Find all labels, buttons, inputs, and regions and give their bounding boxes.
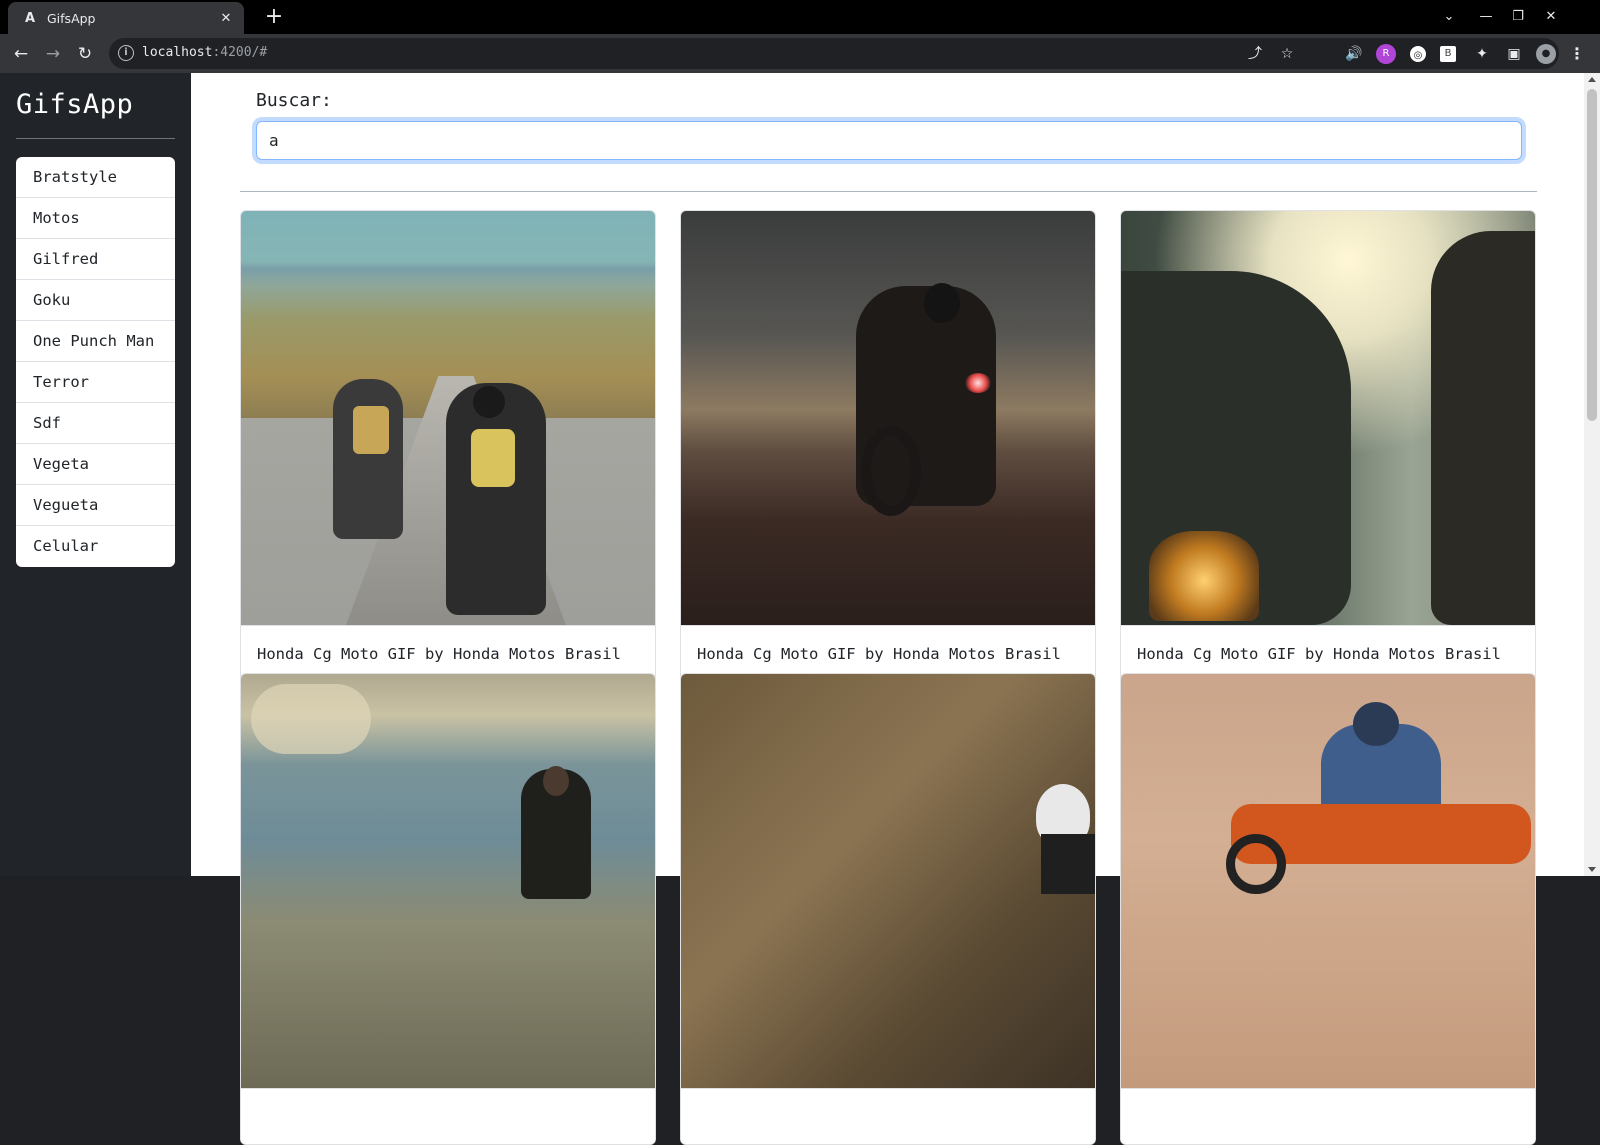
tab-title: GifsApp bbox=[47, 10, 96, 26]
history-item[interactable]: Bratstyle bbox=[16, 157, 175, 198]
browser-menu-icon[interactable]: ⋮ bbox=[1567, 44, 1587, 64]
extensions-puzzle-icon[interactable]: ✦ bbox=[1472, 44, 1492, 64]
tab-search-chevron-icon[interactable]: ⌄ bbox=[1439, 7, 1459, 27]
restore-icon[interactable]: ❐ bbox=[1508, 7, 1528, 27]
gif-card[interactable] bbox=[680, 673, 1096, 1145]
gif-card[interactable]: Honda Cg Moto GIF by Honda Motos Brasil bbox=[240, 210, 656, 682]
extension-b-icon[interactable]: B bbox=[1440, 46, 1456, 62]
search-input[interactable] bbox=[256, 121, 1522, 160]
history-item[interactable]: One Punch Man bbox=[16, 321, 175, 362]
minimize-icon[interactable]: — bbox=[1476, 7, 1496, 27]
gif-image[interactable] bbox=[681, 674, 1095, 1088]
gif-card[interactable]: Honda Cg Moto GIF by Honda Motos Brasil bbox=[1120, 210, 1536, 682]
search-history-list: Bratstyle Motos Gilfred Goku One Punch Man Te… bbox=[16, 157, 175, 567]
close-window-icon[interactable]: ✕ bbox=[1541, 7, 1561, 27]
speaker-extension-icon[interactable]: 🔊 bbox=[1344, 44, 1364, 64]
gif-title bbox=[241, 1088, 655, 1144]
gif-card[interactable]: Honda Cg Moto GIF by Honda Motos Brasil bbox=[680, 210, 1096, 682]
forward-icon[interactable]: → bbox=[41, 42, 65, 66]
gif-image[interactable] bbox=[1121, 674, 1535, 1088]
browser-titlebar: A GifsApp ✕ + ⌄ — ❐ ✕ bbox=[0, 0, 1600, 34]
sidebar-divider bbox=[16, 138, 175, 139]
gif-title bbox=[681, 1088, 1095, 1144]
gif-card[interactable] bbox=[1120, 673, 1536, 1145]
search-label: Buscar: bbox=[256, 90, 332, 111]
url-text: localhost:4200/# bbox=[142, 45, 268, 60]
back-icon[interactable]: ← bbox=[9, 42, 33, 66]
scroll-up-icon[interactable] bbox=[1588, 77, 1596, 82]
gif-image[interactable] bbox=[241, 211, 655, 625]
gif-image[interactable] bbox=[681, 211, 1095, 625]
gif-card[interactable] bbox=[240, 673, 656, 1145]
history-item[interactable]: Motos bbox=[16, 198, 175, 239]
history-item[interactable]: Goku bbox=[16, 280, 175, 321]
tab-close-icon[interactable]: ✕ bbox=[218, 10, 234, 26]
scrollbar-thumb[interactable] bbox=[1587, 89, 1597, 421]
history-item[interactable]: Gilfred bbox=[16, 239, 175, 280]
app-viewport: GifsApp Bratstyle Motos Gilfred Goku One Pun… bbox=[0, 73, 1600, 1145]
profile-avatar-icon[interactable]: ● bbox=[1536, 44, 1556, 64]
main-divider bbox=[240, 191, 1537, 192]
sidebar: GifsApp Bratstyle Motos Gilfred Goku One Pun… bbox=[0, 73, 191, 876]
extension-circle-icon[interactable]: ◎ bbox=[1408, 44, 1428, 64]
history-item[interactable]: Terror bbox=[16, 362, 175, 403]
gif-title bbox=[1121, 1088, 1535, 1144]
history-item[interactable]: Vegueta bbox=[16, 485, 175, 526]
bookmark-star-icon[interactable]: ☆ bbox=[1278, 45, 1296, 63]
gif-image[interactable] bbox=[241, 674, 655, 1088]
browser-tab[interactable]: A GifsApp ✕ bbox=[8, 2, 244, 34]
scroll-down-icon[interactable] bbox=[1588, 867, 1596, 872]
history-item[interactable]: Vegeta bbox=[16, 444, 175, 485]
share-icon[interactable]: ⤴ bbox=[1246, 45, 1264, 63]
history-item[interactable]: Sdf bbox=[16, 403, 175, 444]
side-panel-icon[interactable]: ▣ bbox=[1504, 44, 1524, 64]
browser-toolbar: ← → ↻ i localhost:4200/# ⤴ ☆ 🔊 R ◎ B ✦ ▣… bbox=[0, 34, 1600, 73]
history-item[interactable]: Celular bbox=[16, 526, 175, 567]
app-brand: GifsApp bbox=[16, 89, 134, 120]
gif-image[interactable] bbox=[1121, 211, 1535, 625]
page-scrollbar[interactable] bbox=[1584, 73, 1600, 876]
main-content: Buscar: Honda Cg Moto GIF by Honda Motos… bbox=[191, 73, 1584, 1145]
address-bar[interactable]: i localhost:4200/# ⤴ ☆ bbox=[109, 38, 1559, 69]
site-info-icon[interactable]: i bbox=[118, 45, 134, 61]
angular-favicon-icon: A bbox=[24, 10, 36, 26]
reload-icon[interactable]: ↻ bbox=[73, 42, 97, 66]
new-tab-icon[interactable]: + bbox=[262, 6, 286, 30]
extension-purple-icon[interactable]: R bbox=[1376, 44, 1396, 64]
